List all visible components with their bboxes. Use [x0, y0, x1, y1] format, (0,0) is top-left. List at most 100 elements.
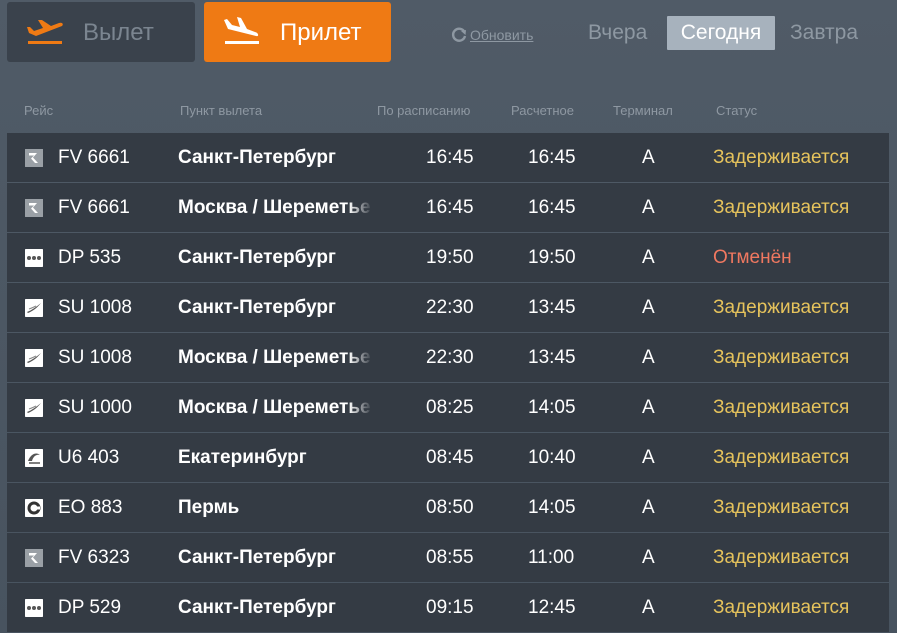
refresh-icon: [451, 27, 467, 42]
rossiya-logo-icon: [25, 149, 43, 167]
flight-number: U6 403: [58, 447, 120, 468]
column-header-scheduled: По расписанию: [377, 103, 471, 118]
arrival-plane-icon: [224, 17, 259, 44]
estimated-time: 16:45: [528, 147, 576, 168]
status-text: Задерживается: [713, 497, 850, 518]
column-header-terminal: Терминал: [613, 103, 673, 118]
estimated-time: 12:45: [528, 597, 576, 618]
estimated-time: 16:45: [528, 197, 576, 218]
refresh-button[interactable]: Обновить: [450, 25, 533, 45]
origin-city: Москва / Шереметьево: [178, 347, 372, 368]
departure-plane-icon: [27, 20, 63, 44]
estimated-time: 13:45: [528, 347, 576, 368]
terminal: A: [642, 447, 655, 468]
refresh-label: Обновить: [470, 27, 534, 43]
terminal: A: [642, 197, 655, 218]
rossiya-logo-icon: [25, 549, 43, 567]
table-row[interactable]: DP 529 Санкт-Петербург 09:15 12:45 A Зад…: [7, 583, 889, 632]
origin-city: Санкт-Петербург: [178, 297, 336, 318]
status-text: Задерживается: [713, 147, 850, 168]
terminal: A: [642, 347, 655, 368]
terminal: A: [642, 597, 655, 618]
table-row[interactable]: SU 1008 Санкт-Петербург 22:30 13:45 A За…: [7, 283, 889, 332]
origin-city: Санкт-Петербург: [178, 547, 336, 568]
day-today-button[interactable]: Сегодня: [667, 16, 775, 50]
status-text: Задерживается: [713, 447, 850, 468]
flight-number: SU 1008: [58, 347, 132, 368]
scheduled-time: 08:55: [426, 547, 474, 568]
terminal: A: [642, 547, 655, 568]
estimated-time: 14:05: [528, 497, 576, 518]
pegas-logo-icon: [25, 499, 43, 517]
status-text: Задерживается: [713, 597, 850, 618]
flight-number: FV 6661: [58, 197, 130, 218]
day-tomorrow-link[interactable]: Завтра: [790, 16, 858, 50]
estimated-time: 11:00: [528, 547, 575, 568]
scheduled-time: 08:25: [426, 397, 474, 418]
flight-number: EO 883: [58, 497, 123, 518]
flight-number: FV 6323: [58, 547, 130, 568]
column-header-estimated: Расчетное: [511, 103, 574, 118]
table-row[interactable]: SU 1000 Москва / Шереметьево 08:25 14:05…: [7, 383, 889, 432]
terminal: A: [642, 397, 655, 418]
estimated-time: 14:05: [528, 397, 576, 418]
flight-number: DP 535: [58, 247, 122, 268]
status-text: Отменён: [713, 247, 792, 268]
terminal: A: [642, 247, 655, 268]
origin-city: Пермь: [178, 497, 240, 518]
origin-city: Санкт-Петербург: [178, 147, 336, 168]
status-text: Задерживается: [713, 347, 850, 368]
scheduled-time: 22:30: [426, 347, 474, 368]
tab-departure[interactable]: Вылет: [7, 2, 195, 62]
table-row[interactable]: EO 883 Пермь 08:50 14:05 A Задерживается: [7, 483, 889, 532]
pobeda-logo-icon: [25, 249, 43, 267]
tab-arrival[interactable]: Прилет: [204, 2, 391, 62]
origin-city: Москва / Шереметьево: [178, 197, 372, 218]
scheduled-time: 16:45: [426, 197, 474, 218]
estimated-time: 19:50: [528, 247, 576, 268]
column-header-flight: Рейс: [24, 103, 54, 118]
terminal: A: [642, 297, 655, 318]
column-header-origin: Пункт вылета: [180, 103, 263, 118]
tab-departure-label: Вылет: [83, 19, 154, 46]
terminal: A: [642, 497, 655, 518]
table-row[interactable]: FV 6661 Санкт-Петербург 16:45 16:45 A За…: [7, 133, 889, 182]
table-row[interactable]: FV 6323 Санкт-Петербург 08:55 11:00 A За…: [7, 533, 889, 582]
aeroflot-logo-icon: [25, 299, 43, 317]
table-row[interactable]: U6 403 Екатеринбург 08:45 10:40 A Задерж…: [7, 433, 889, 482]
scheduled-time: 08:45: [426, 447, 474, 468]
status-text: Задерживается: [713, 397, 850, 418]
rossiya-logo-icon: [25, 199, 43, 217]
origin-city: Москва / Шереметьево: [178, 397, 372, 418]
table-row[interactable]: SU 1008 Москва / Шереметьево 22:30 13:45…: [7, 333, 889, 382]
status-text: Задерживается: [713, 547, 850, 568]
flight-number: SU 1000: [58, 397, 132, 418]
scheduled-time: 09:15: [426, 597, 474, 618]
scheduled-time: 16:45: [426, 147, 474, 168]
estimated-time: 10:40: [528, 447, 576, 468]
flight-board: Вылет Прилет Обновить Вчера Сегодня Завт…: [0, 0, 897, 633]
status-text: Задерживается: [713, 297, 850, 318]
terminal: A: [642, 147, 655, 168]
aeroflot-logo-icon: [25, 399, 43, 417]
flight-number: FV 6661: [58, 147, 130, 168]
scheduled-time: 22:30: [426, 297, 474, 318]
tab-arrival-label: Прилет: [280, 19, 362, 46]
day-yesterday-link[interactable]: Вчера: [588, 16, 647, 50]
aeroflot-logo-icon: [25, 349, 43, 367]
origin-city: Санкт-Петербург: [178, 597, 336, 618]
status-text: Задерживается: [713, 197, 850, 218]
ural-logo-icon: [25, 449, 43, 467]
table-row[interactable]: FV 6661 Москва / Шереметьево 16:45 16:45…: [7, 183, 889, 232]
estimated-time: 13:45: [528, 297, 576, 318]
flight-number: SU 1008: [58, 297, 132, 318]
origin-city: Санкт-Петербург: [178, 247, 336, 268]
column-header-status: Статус: [716, 103, 758, 118]
scheduled-time: 08:50: [426, 497, 474, 518]
origin-city: Екатеринбург: [178, 447, 307, 468]
flight-table: FV 6661 Санкт-Петербург 16:45 16:45 A За…: [7, 133, 889, 633]
table-row[interactable]: DP 535 Санкт-Петербург 19:50 19:50 A Отм…: [7, 233, 889, 282]
pobeda-logo-icon: [25, 599, 43, 617]
flight-number: DP 529: [58, 597, 122, 618]
scheduled-time: 19:50: [426, 247, 474, 268]
